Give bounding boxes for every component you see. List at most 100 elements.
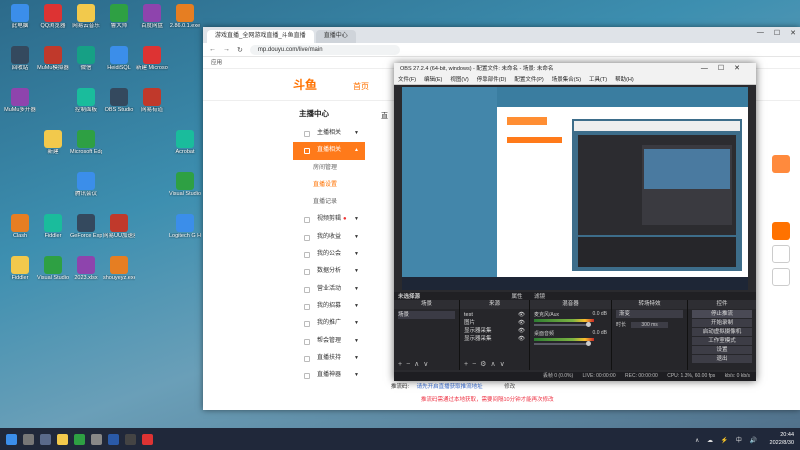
control-button[interactable]: 设置 — [692, 346, 752, 354]
tab-douyu-live[interactable]: 游戏直播_全网游戏直播_斗鱼直播 — [207, 30, 314, 43]
sidebar-item[interactable]: ▼ 我的推广 — [293, 315, 365, 332]
desktop-icon[interactable]: 新建 Microsoft — [136, 46, 168, 80]
desktop-icon[interactable]: Fiddler — [4, 256, 36, 290]
tab-live-center[interactable]: 直播中心 — [315, 30, 356, 43]
close-icon[interactable]: ✕ — [790, 29, 796, 37]
desktop-icon[interactable]: shouyeyz.exe — [103, 256, 135, 290]
sidebar-item[interactable]: 直播记录 — [293, 194, 365, 211]
sidebar-item[interactable]: ▼ 直播扶持 — [293, 350, 365, 367]
obs-menu-item[interactable]: 工具(T) — [589, 75, 607, 84]
desktop-icon[interactable]: 此电脑 — [4, 4, 36, 38]
duration-input[interactable]: 300 ms — [631, 322, 668, 328]
maximize-icon[interactable]: ☐ — [774, 29, 780, 37]
desktop-icon[interactable]: 2.86.0.1.exe — [169, 4, 201, 38]
obs-menu-item[interactable]: 停靠部件(D) — [477, 75, 507, 84]
task-view-icon[interactable] — [40, 433, 51, 445]
desktop-icon[interactable]: 网易云音乐 — [70, 4, 102, 38]
desktop-icon[interactable]: Visual Studio Code — [169, 172, 201, 206]
visibility-icon[interactable]: 👁 — [518, 327, 525, 335]
sidebar-item[interactable]: ▼ 帮会管理 — [293, 333, 365, 350]
desktop-icon[interactable]: 腾讯会议 — [70, 172, 102, 206]
desktop-icon[interactable]: 网易UU加速器 — [103, 214, 135, 248]
obs-menu-item[interactable]: 视图(V) — [450, 75, 468, 84]
sidebar-item[interactable]: ▼ 直播神器 — [293, 367, 365, 384]
douyu-taskbar-icon[interactable] — [142, 433, 153, 445]
desktop-icon[interactable]: Visual Studio Code — [37, 256, 69, 290]
rtmp-link[interactable]: 请先开启直播获取推流地址 — [417, 384, 483, 390]
sidebar-item[interactable]: 房间管理 — [293, 160, 365, 177]
control-button[interactable]: 退出 — [692, 355, 752, 363]
desktop-icon[interactable]: HeidiSQL — [103, 46, 135, 80]
chrome-icon[interactable] — [74, 433, 85, 445]
control-button[interactable]: 开始录制 — [692, 319, 752, 327]
back-icon[interactable]: ← — [209, 46, 216, 53]
sidebar-item[interactable]: 直播设置 — [293, 177, 365, 194]
visibility-icon[interactable]: 👁 — [518, 335, 525, 343]
start-icon[interactable] — [6, 433, 17, 445]
sidebar-item[interactable]: ▼ 营业活动 — [293, 281, 365, 298]
minimize-icon[interactable]: — — [757, 29, 764, 37]
search-icon[interactable] — [23, 433, 34, 445]
desktop-icon[interactable]: 回收站 — [4, 46, 36, 80]
desktop-icon[interactable]: 百度网盘 — [136, 4, 168, 38]
obs-menu-item[interactable]: 配置文件(P) — [514, 75, 543, 84]
source-item[interactable]: test 👁 — [464, 311, 525, 319]
desktop-icon[interactable]: 控制面板 — [70, 88, 102, 122]
notification-icon[interactable] — [772, 155, 790, 173]
sidebar-item[interactable]: ▲ 直播相关 — [293, 142, 365, 160]
desktop-icon[interactable]: Clash — [4, 214, 36, 248]
url-input[interactable]: mp.douyu.com/live/main — [249, 44, 400, 55]
obs-window-controls[interactable]: —☐✕ — [701, 63, 750, 75]
sidebar-item[interactable]: ▼ 视频剪辑 ● — [293, 211, 365, 228]
control-button[interactable]: 工作室模式 — [692, 337, 752, 345]
tray-icons[interactable]: ∧ ☁ ⚡ 中 🔊 — [695, 435, 760, 444]
sidebar-item[interactable]: ▼ 我的收益 — [293, 229, 365, 246]
system-clock[interactable]: 20:44 2022/8/30 — [770, 431, 794, 447]
control-button[interactable]: 停止推流 — [692, 310, 752, 318]
desktop-icon[interactable]: QQ浏览器 — [37, 4, 69, 38]
obs-menu-item[interactable]: 场景集合(S) — [552, 75, 581, 84]
obs-menu-item[interactable]: 编辑(E) — [424, 75, 442, 84]
modify-button[interactable]: 修改 — [504, 384, 515, 390]
sidebar-item[interactable]: ▼ 数据分析 — [293, 263, 365, 280]
share-float-icon[interactable] — [772, 268, 790, 286]
nav-home[interactable]: 首页 — [353, 81, 369, 92]
scenes-toolbar[interactable]: +−∧∨ — [398, 360, 432, 368]
desktop-icon[interactable]: 微信 — [70, 46, 102, 80]
obs-menu-item[interactable]: 文件(F) — [398, 75, 416, 84]
desktop-icon[interactable]: GeForce Experience — [70, 214, 102, 248]
home-float-icon[interactable] — [772, 245, 790, 263]
source-item[interactable]: 显示器采集 👁 — [464, 335, 525, 343]
desktop-icon[interactable]: MuMu模拟器 — [37, 46, 69, 80]
desktop-icon[interactable]: 网易有道 — [136, 88, 168, 122]
volume-slider[interactable] — [534, 341, 591, 346]
visibility-icon[interactable]: 👁 — [518, 319, 525, 327]
app-taskbar-icon[interactable] — [125, 433, 136, 445]
file-explorer-icon[interactable] — [57, 433, 68, 445]
sidebar-item[interactable]: ▼ 我的招募 — [293, 298, 365, 315]
desktop-icon[interactable]: MuMu多开器 — [4, 88, 36, 122]
desktop-icon[interactable]: 鲁大师 — [103, 4, 135, 38]
sidebar-item[interactable]: ▼ 主播相关 — [293, 125, 365, 142]
reload-icon[interactable]: ↻ — [237, 46, 243, 54]
transition-select[interactable]: 渐变 — [616, 310, 683, 318]
play-float-icon[interactable] — [772, 222, 790, 240]
scene-item[interactable]: 场景 — [398, 311, 455, 319]
desktop-icon[interactable]: 新建 — [37, 130, 69, 164]
source-item[interactable]: 显示器采集 👁 — [464, 327, 525, 335]
desktop-icon[interactable]: Logitech G HUB — [169, 214, 201, 248]
volume-slider[interactable] — [534, 322, 591, 327]
obs-taskbar-icon[interactable] — [91, 433, 102, 445]
sources-toolbar[interactable]: +−⚙∧∨ — [464, 360, 509, 368]
sidebar-item[interactable]: ▼ 我的公会 — [293, 246, 365, 263]
douyu-logo[interactable]: 斗鱼 — [293, 76, 317, 93]
forward-icon[interactable]: → — [223, 46, 230, 53]
obs-menu-item[interactable]: 帮助(H) — [615, 75, 634, 84]
visibility-icon[interactable]: 👁 — [518, 311, 525, 319]
desktop-icon[interactable]: OBS Studio — [103, 88, 135, 122]
desktop-icon[interactable]: Acrobat — [169, 130, 201, 164]
desktop-icon[interactable]: 2023.xlsx — [70, 256, 102, 290]
desktop-icon[interactable]: Microsoft Edge — [70, 130, 102, 164]
source-item[interactable]: 图片 👁 — [464, 319, 525, 327]
control-button[interactable]: 启动虚拟摄像机 — [692, 328, 752, 336]
